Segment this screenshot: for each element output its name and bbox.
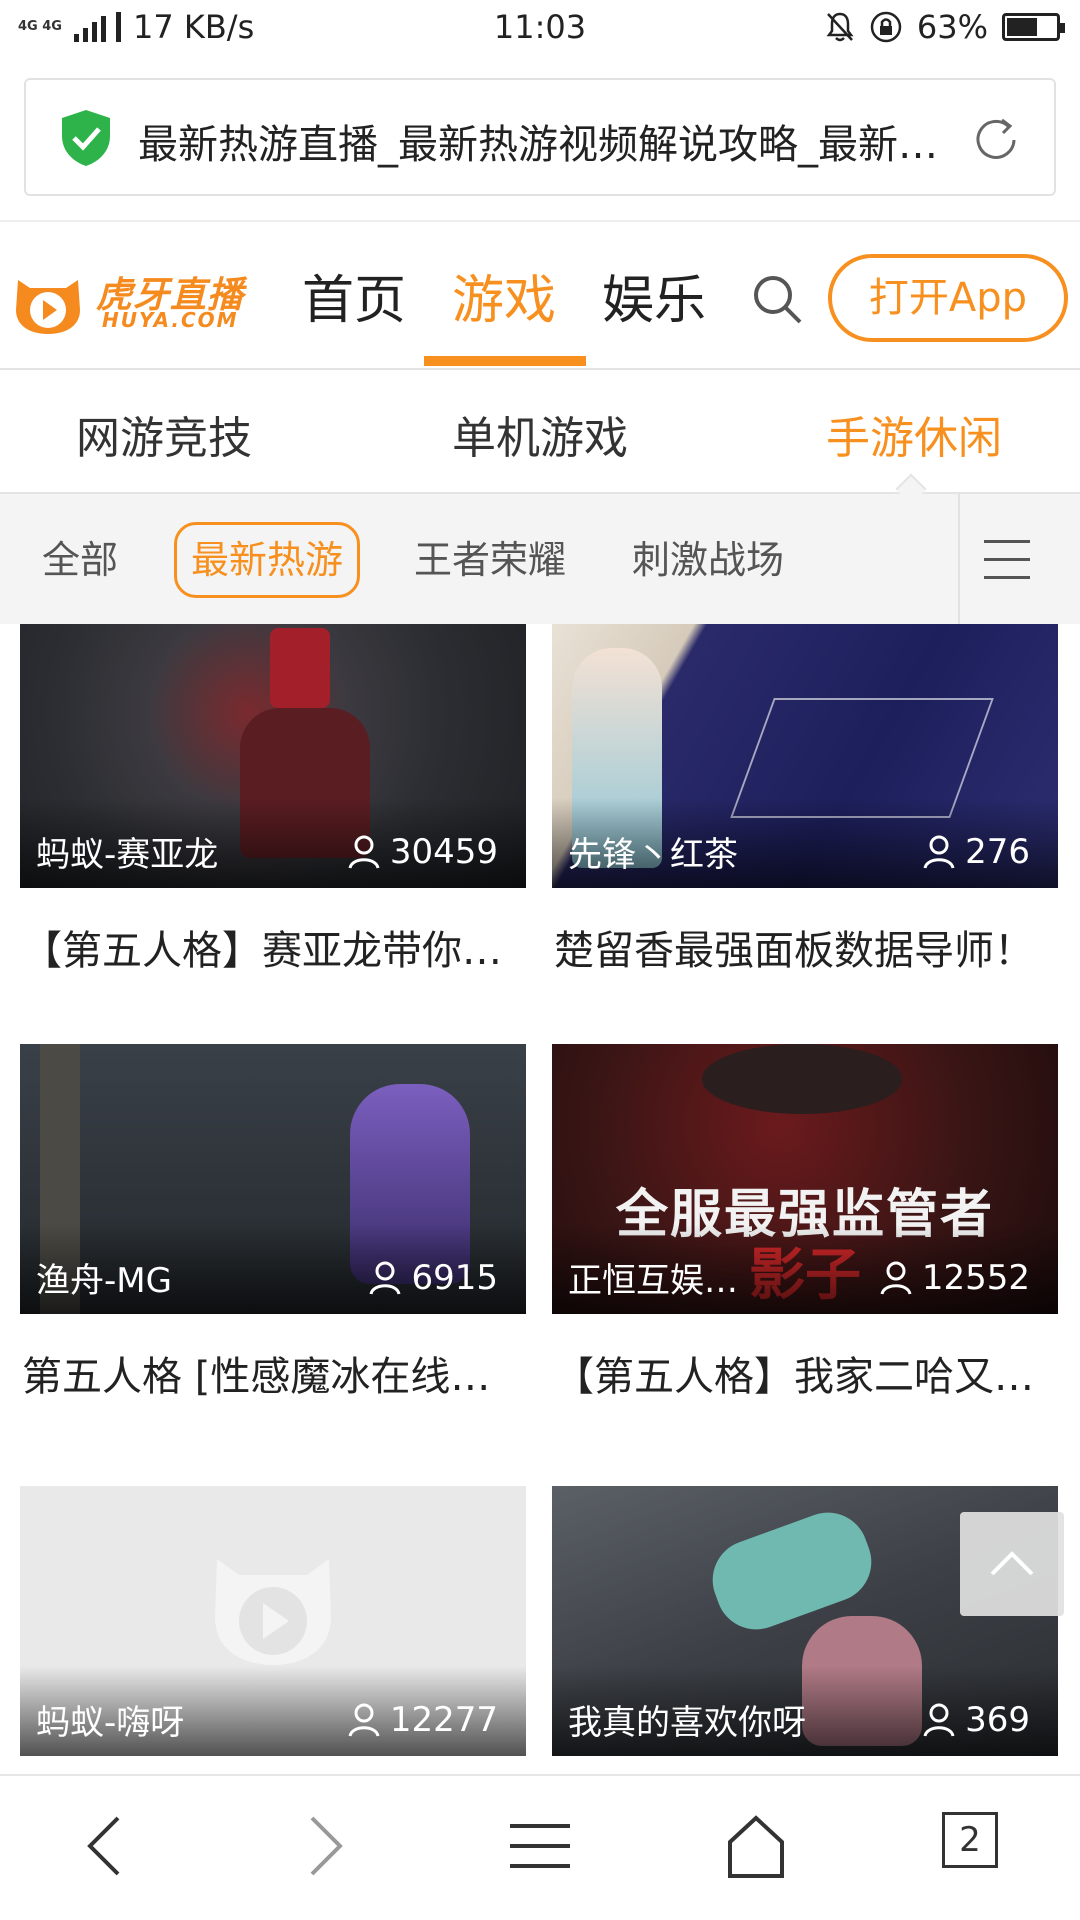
person-icon xyxy=(348,1703,380,1737)
viewer-number: 12277 xyxy=(389,1700,498,1740)
filter-all[interactable]: 全部 xyxy=(42,522,118,598)
status-bar: 4G 4G 17 KB/s 11:03 63% xyxy=(0,0,1080,58)
clock: 11:03 xyxy=(493,8,587,46)
anchor-name: 正恒互娱丶影子 xyxy=(568,1261,768,1301)
back-icon[interactable] xyxy=(66,1806,146,1886)
viewer-count: 30459 xyxy=(348,832,498,872)
open-app-button[interactable]: 打开App xyxy=(828,254,1068,342)
mute-bell-icon xyxy=(826,12,854,42)
viewer-count: 369 xyxy=(923,1700,1030,1740)
person-icon xyxy=(880,1261,912,1295)
nav-tab-entertainment[interactable]: 娱乐 xyxy=(602,258,706,333)
thumbnail-hat xyxy=(702,1044,902,1114)
home-icon[interactable] xyxy=(716,1806,796,1886)
back-to-top-button[interactable] xyxy=(960,1512,1064,1616)
menu-icon[interactable] xyxy=(500,1806,580,1886)
active-tab-indicator xyxy=(424,356,586,366)
viewer-count: 12552 xyxy=(880,1258,1030,1298)
viewer-number: 30459 xyxy=(389,832,498,872)
stream-title[interactable]: 楚留香最强面板数据导师！ xyxy=(554,918,1060,976)
browser-toolbar: 2 xyxy=(0,1774,1080,1920)
stream-thumbnail[interactable]: 渔舟-MG 6915 xyxy=(20,1044,526,1314)
stream-title[interactable]: 第五人格 [性感魔冰在线冠军之路] xyxy=(22,1344,528,1402)
rotation-lock-icon xyxy=(870,11,902,43)
status-right: 63% xyxy=(825,8,1065,46)
anchor-name: 蚂蚁-嗨呀 xyxy=(36,1703,185,1743)
nav-tab-home[interactable]: 首页 xyxy=(302,258,406,333)
logo-mark-icon xyxy=(16,280,80,334)
page-title[interactable]: 最新热游直播_最新热游视频解说攻略_最新热游直播_最新热游视频解说攻略 xyxy=(138,112,938,170)
stream-thumbnail[interactable]: 全服最强监管者 影子 正恒互娱丶影子 12552 xyxy=(552,1044,1058,1314)
person-icon xyxy=(923,1703,955,1737)
person-icon xyxy=(369,1261,401,1295)
shield-icon xyxy=(62,110,110,166)
category-tab-online-games[interactable]: 网游竞技 xyxy=(76,402,252,466)
reload-icon[interactable] xyxy=(968,112,1024,168)
filter-hot-new[interactable]: 最新热游 xyxy=(174,522,361,598)
forward-icon[interactable] xyxy=(284,1806,364,1886)
filter-menu-button[interactable] xyxy=(958,494,1080,624)
viewer-number: 276 xyxy=(965,832,1030,872)
viewer-count: 276 xyxy=(923,832,1030,872)
anchor-name: 先锋丶红茶 xyxy=(568,835,738,875)
anchor-name: 我真的喜欢你呀 xyxy=(568,1703,806,1743)
person-icon xyxy=(923,835,955,869)
huya-logo[interactable]: 虎牙直播 HUYA.COM xyxy=(10,264,260,344)
address-bar[interactable]: 最新热游直播_最新热游视频解说攻略_最新热游直播_最新热游视频解说攻略 xyxy=(24,78,1056,196)
chevron-up-icon xyxy=(990,1551,1034,1576)
battery-icon xyxy=(1002,13,1065,41)
filter-honor-of-kings[interactable]: 王者荣耀 xyxy=(414,522,566,598)
category-tabs: 网游竞技 单机游戏 手游休闲 xyxy=(0,370,1080,494)
search-icon[interactable] xyxy=(748,270,808,330)
viewer-count: 6915 xyxy=(369,1258,498,1298)
nav-tab-games[interactable]: 游戏 xyxy=(452,258,556,333)
stream-grid: 蚂蚁-赛亚龙 30459 【第五人格】赛亚龙带你五杀修机 先锋丶红茶 276 楚… xyxy=(0,624,1080,1774)
category-tab-single-player[interactable]: 单机游戏 xyxy=(452,402,628,466)
viewer-number: 12552 xyxy=(921,1258,1030,1298)
anchor-name: 蚂蚁-赛亚龙 xyxy=(36,835,219,875)
stream-thumbnail[interactable]: 蚂蚁-嗨呀 12277 xyxy=(20,1486,526,1756)
viewer-count: 12277 xyxy=(348,1700,498,1740)
stream-thumbnail[interactable]: 先锋丶红茶 276 xyxy=(552,624,1058,888)
tab-count-button[interactable]: 2 xyxy=(942,1812,998,1868)
thumbnail-figure xyxy=(270,628,330,708)
person-icon xyxy=(348,835,380,869)
category-tab-mobile-casual[interactable]: 手游休闲 xyxy=(826,402,1002,466)
viewer-number: 369 xyxy=(965,1700,1030,1740)
viewer-number: 6915 xyxy=(411,1258,498,1298)
stream-thumbnail[interactable]: 蚂蚁-赛亚龙 30459 xyxy=(20,624,526,888)
logo-subtext: HUYA.COM xyxy=(102,308,239,332)
stream-title[interactable]: 【第五人格】赛亚龙带你五杀修机 xyxy=(22,918,528,976)
site-header: 虎牙直播 HUYA.COM 首页 游戏 娱乐 打开App xyxy=(0,222,1080,370)
placeholder-logo-icon xyxy=(215,1559,331,1665)
anchor-name: 渔舟-MG xyxy=(36,1261,172,1301)
filter-pubg-mobile[interactable]: 刺激战场 xyxy=(632,522,784,598)
battery-percent: 63% xyxy=(916,8,988,46)
stream-title[interactable]: 【第五人格】我家二哈又开始秀了 xyxy=(554,1344,1060,1402)
sub-filter-bar: 全部 最新热游 王者荣耀 刺激战场 xyxy=(0,494,1080,624)
